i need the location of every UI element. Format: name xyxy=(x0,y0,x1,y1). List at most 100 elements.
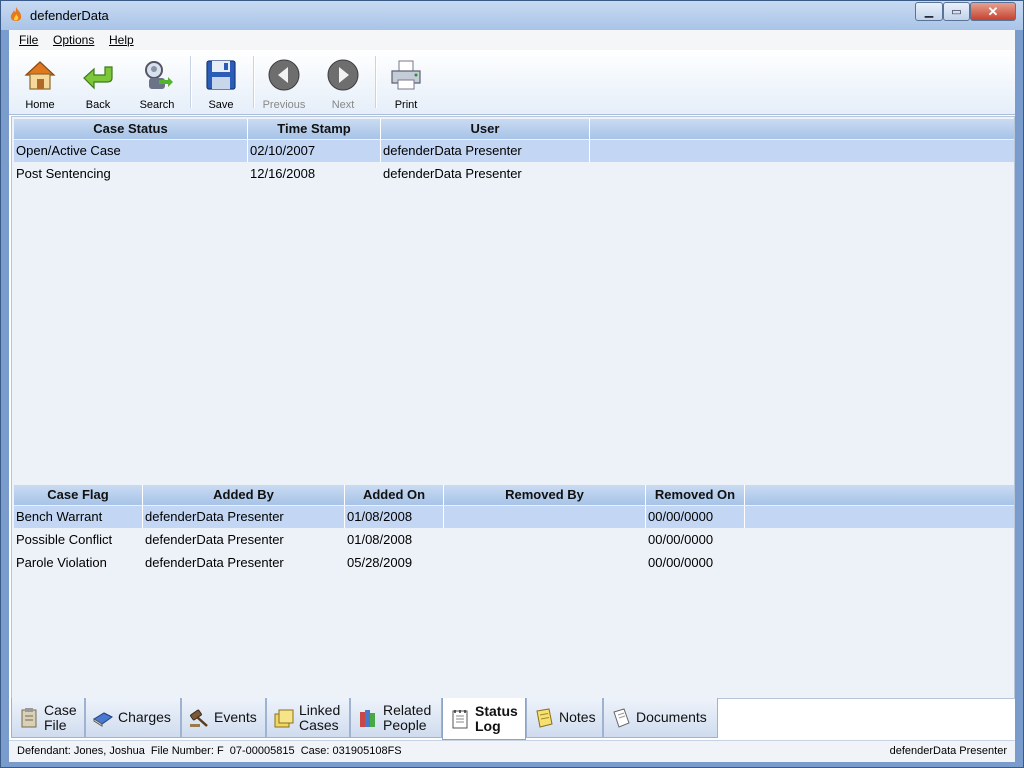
charges-book-icon xyxy=(93,711,113,727)
linked-cases-folder-icon xyxy=(274,709,294,727)
cell-case-flag: Possible Conflict xyxy=(16,532,113,547)
cell-case-status: Post Sentencing xyxy=(16,166,111,181)
menu-bar: File Options Help xyxy=(9,30,1015,50)
cell-removed-on: 00/00/0000 xyxy=(648,532,714,547)
tab-charges-label: Charges xyxy=(118,709,171,725)
app-window: defenderData ▁ ▭ ✕ File Options Help Hom… xyxy=(0,0,1024,768)
column-header-added-on[interactable]: Added On xyxy=(345,485,444,505)
save-label: Save xyxy=(208,99,234,111)
menu-options[interactable]: Options xyxy=(53,33,94,47)
tab-notes[interactable]: Notes xyxy=(526,698,603,738)
minimize-icon: ▁ xyxy=(924,6,934,18)
floppy-disk-icon xyxy=(206,60,236,90)
tab-status-log[interactable]: Status Log xyxy=(442,698,526,740)
search-button[interactable]: Search xyxy=(129,54,185,111)
cell-added-on: 01/08/2008 xyxy=(347,532,413,547)
client-area: File Options Help Home Back Search Save … xyxy=(9,30,1015,762)
toolbar-separator xyxy=(190,56,192,108)
notes-icon xyxy=(536,707,553,728)
column-header-user[interactable]: User xyxy=(381,119,590,139)
tab-related-people-label-1: Related xyxy=(383,701,432,718)
close-button[interactable]: ✕ xyxy=(970,2,1016,21)
print-button[interactable]: Print xyxy=(378,54,434,111)
table-row[interactable]: Parole Violation defenderData Presenter … xyxy=(14,552,1014,574)
grid-header: Case Flag Added By Added On Removed By R… xyxy=(14,485,1014,505)
menu-help[interactable]: Help xyxy=(109,33,134,47)
cell-removed-on: 00/00/0000 xyxy=(648,555,714,570)
tab-documents-label: Documents xyxy=(636,709,707,725)
grid-header: Case Status Time Stamp User xyxy=(14,119,1014,139)
toolbar-separator xyxy=(375,56,377,108)
tab-case-file-label-1: Case xyxy=(44,701,77,718)
cell-user: defenderData Presenter xyxy=(383,166,522,181)
menu-file[interactable]: File xyxy=(19,33,38,47)
table-row[interactable]: Possible Conflict defenderData Presenter… xyxy=(14,529,1014,551)
print-label: Print xyxy=(394,99,418,111)
cell-user: defenderData Presenter xyxy=(381,140,590,162)
tab-related-people-label-2: People xyxy=(383,716,427,733)
column-header-added-by[interactable]: Added By xyxy=(143,485,345,505)
save-button[interactable]: Save xyxy=(193,54,249,111)
table-row[interactable]: Bench Warrant defenderData Presenter 01/… xyxy=(14,506,1014,528)
tab-events[interactable]: Events xyxy=(181,698,266,738)
cell-added-on: 01/08/2008 xyxy=(345,506,444,528)
cell-removed-by xyxy=(444,552,646,574)
close-icon: ✕ xyxy=(987,3,999,19)
printer-icon xyxy=(391,60,421,90)
tab-status-log-label-2: Log xyxy=(475,717,501,734)
next-arrow-icon xyxy=(327,59,359,91)
column-header-removed-on[interactable]: Removed On xyxy=(646,485,745,505)
cell-removed-by xyxy=(444,529,646,551)
column-header-case-flag[interactable]: Case Flag xyxy=(14,485,143,505)
tab-events-label: Events xyxy=(214,709,257,725)
cell-case-status: Open/Active Case xyxy=(14,140,248,162)
status-log-notepad-icon xyxy=(452,709,468,728)
status-bar-user: defenderData Presenter xyxy=(889,745,1007,757)
window-title: defenderData xyxy=(30,8,109,23)
table-row[interactable]: Open/Active Case 02/10/2007 defenderData… xyxy=(14,140,1014,162)
cell-added-on: 05/28/2009 xyxy=(347,555,413,570)
back-label: Back xyxy=(85,99,111,111)
column-header-removed-by[interactable]: Removed By xyxy=(444,485,646,505)
cell-removed-by xyxy=(444,506,646,528)
cell-added-by: defenderData Presenter xyxy=(143,506,345,528)
previous-button[interactable]: Previous xyxy=(256,54,312,111)
tab-documents[interactable]: Documents xyxy=(603,698,718,738)
cell-added-by: defenderData Presenter xyxy=(145,532,284,547)
toolbar: Home Back Search Save Previous Next Prin… xyxy=(9,50,1015,115)
events-gavel-icon xyxy=(190,709,208,727)
status-bar: Defendant: Jones, Joshua File Number: F … xyxy=(9,740,1015,762)
case-status-grid: Case Status Time Stamp User Open/Active … xyxy=(14,119,1014,479)
maximize-button[interactable]: ▭ xyxy=(943,2,970,21)
home-button[interactable]: Home xyxy=(12,54,68,111)
flame-app-icon xyxy=(10,7,22,21)
tab-linked-cases[interactable]: Linked Cases xyxy=(266,698,350,738)
status-bar-case-info: Defendant: Jones, Joshua File Number: F … xyxy=(17,745,402,757)
table-row[interactable]: Post Sentencing 12/16/2008 defenderData … xyxy=(14,163,1014,185)
home-icon xyxy=(24,61,56,90)
tab-charges[interactable]: Charges xyxy=(85,698,181,738)
case-file-icon xyxy=(21,707,37,727)
cell-time-stamp: 02/10/2007 xyxy=(248,140,381,162)
cell-removed-on: 00/00/0000 xyxy=(646,506,745,528)
minimize-button[interactable]: ▁ xyxy=(915,2,943,21)
back-button[interactable]: Back xyxy=(70,54,126,111)
tab-notes-label: Notes xyxy=(559,709,596,725)
tab-case-file-label-2: File xyxy=(44,716,67,733)
cell-added-by: defenderData Presenter xyxy=(145,555,284,570)
title-bar[interactable]: defenderData ▁ ▭ ✕ xyxy=(1,1,1023,30)
column-header-case-status[interactable]: Case Status xyxy=(14,119,248,139)
cell-time-stamp: 12/16/2008 xyxy=(250,166,316,181)
previous-arrow-icon xyxy=(268,59,300,91)
case-flag-grid: Case Flag Added By Added On Removed By R… xyxy=(14,485,1014,685)
search-person-icon xyxy=(145,61,173,89)
next-label: Next xyxy=(331,99,355,111)
tab-case-file[interactable]: Case File xyxy=(11,698,85,738)
column-header-time-stamp[interactable]: Time Stamp xyxy=(248,119,381,139)
next-button[interactable]: Next xyxy=(315,54,371,111)
tab-related-people[interactable]: Related People xyxy=(350,698,442,738)
tab-strip: Case File Charges Events Linked Cases Re… xyxy=(11,698,1015,740)
back-arrow-icon xyxy=(83,66,113,90)
previous-label: Previous xyxy=(262,99,306,111)
documents-icon xyxy=(613,707,630,728)
